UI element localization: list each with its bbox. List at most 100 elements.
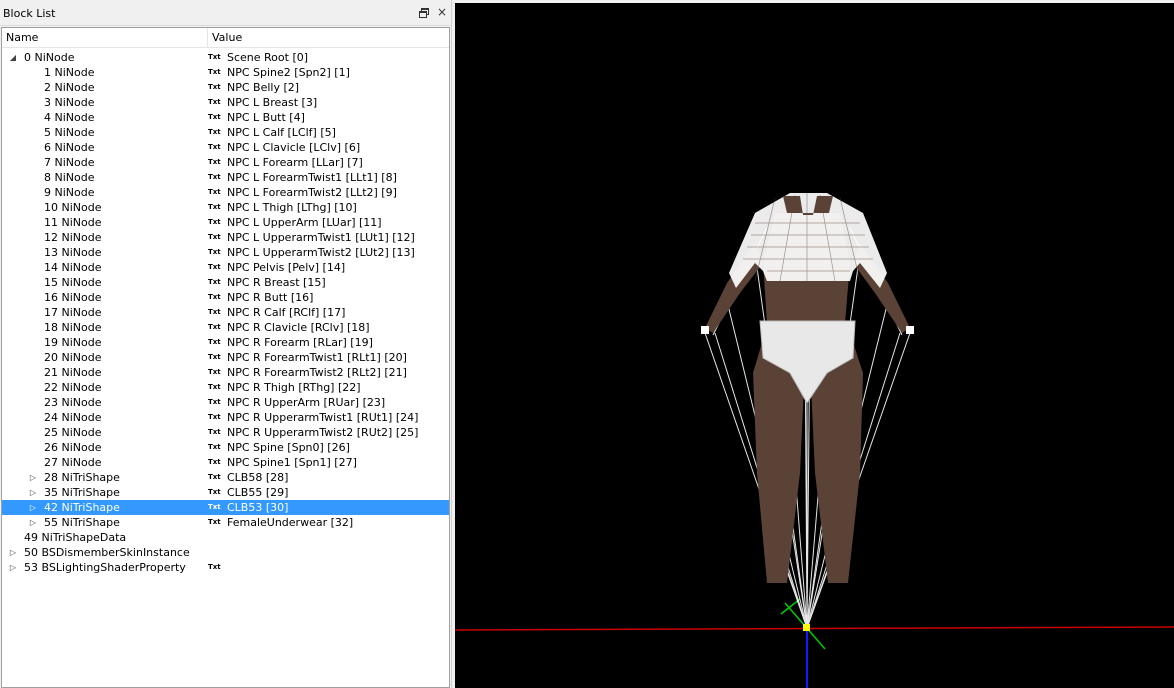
right-hand <box>906 326 914 334</box>
tree-row[interactable]: 6 NiNode Txt NPC L Clavicle [LClv] [6] <box>2 140 449 155</box>
row-name: 11 NiNode <box>44 216 102 229</box>
left-hand <box>701 326 709 334</box>
block-tree[interactable]: Name Value ◢ 0 NiNode Txt Scene Root [0] 1 N… <box>1 27 450 688</box>
row-name: 0 NiNode <box>24 51 75 64</box>
txt-badge-icon: Txt <box>208 203 221 211</box>
tree-row[interactable]: ▷ 53 BSLightingShaderProperty Txt <box>2 560 449 575</box>
tree-row[interactable]: 8 NiNode Txt NPC L ForearmTwist1 [LLt1] [8… <box>2 170 449 185</box>
tree-row[interactable]: 24 NiNode Txt NPC R UpperarmTwist1 [RUt1] … <box>2 410 449 425</box>
tree-row[interactable]: 18 NiNode Txt NPC R Clavicle [RClv] [18] <box>2 320 449 335</box>
row-value: NPC L Clavicle [LClv] [6] <box>227 141 361 154</box>
expand-arrow-icon[interactable]: ◢ <box>8 50 18 65</box>
row-name: 3 NiNode <box>44 96 95 109</box>
row-name: 13 NiNode <box>44 246 102 259</box>
txt-badge-icon: Txt <box>208 158 221 166</box>
tree-row[interactable]: 13 NiNode Txt NPC L UpperarmTwist2 [LUt2] … <box>2 245 449 260</box>
row-name: 35 NiTriShape <box>44 486 120 499</box>
row-name: 23 NiNode <box>44 396 102 409</box>
row-value: NPC L Butt [4] <box>227 111 305 124</box>
row-value: NPC R UpperarmTwist2 [RUt2] [25] <box>227 426 419 439</box>
tree-row[interactable]: 3 NiNode Txt NPC L Breast [3] <box>2 95 449 110</box>
row-value: NPC R ForearmTwist2 [RLt2] [21] <box>227 366 407 379</box>
block-list-panel: Block List × Name Value ◢ 0 NiNode Txt Scen… <box>0 0 451 688</box>
column-header-value[interactable]: Value <box>208 28 449 47</box>
tree-row[interactable]: ▷ 42 NiTriShape Txt CLB53 [30] <box>2 500 449 515</box>
collapse-arrow-icon[interactable]: ▷ <box>8 545 18 560</box>
panel-title-bar[interactable]: Block List × <box>0 0 451 26</box>
panel-title: Block List <box>3 7 56 20</box>
collapse-arrow-icon[interactable]: ▷ <box>28 485 38 500</box>
txt-badge-icon: Txt <box>208 128 221 136</box>
tree-row[interactable]: 10 NiNode Txt NPC L Thigh [LThg] [10] <box>2 200 449 215</box>
row-value: NPC R UpperArm [RUar] [23] <box>227 396 386 409</box>
txt-badge-icon: Txt <box>208 488 221 496</box>
row-name: 14 NiNode <box>44 261 102 274</box>
row-value: FemaleUnderwear [32] <box>227 516 354 529</box>
tree-row[interactable]: 19 NiNode Txt NPC R Forearm [RLar] [19] <box>2 335 449 350</box>
tree-row[interactable]: 16 NiNode Txt NPC R Butt [16] <box>2 290 449 305</box>
tree-row[interactable]: ▷ 35 NiTriShape Txt CLB55 [29] <box>2 485 449 500</box>
tree-row[interactable]: 21 NiNode Txt NPC R ForearmTwist2 [RLt2] [… <box>2 365 449 380</box>
collapse-arrow-icon[interactable]: ▷ <box>8 560 18 575</box>
restore-window-icon[interactable] <box>418 7 430 19</box>
row-name: 49 NiTriShapeData <box>24 531 127 544</box>
tree-row[interactable]: 2 NiNode Txt NPC Belly [2] <box>2 80 449 95</box>
txt-badge-icon: Txt <box>208 278 221 286</box>
tree-row[interactable]: 1 NiNode Txt NPC Spine2 [Spn2] [1] <box>2 65 449 80</box>
tree-row[interactable]: 5 NiNode Txt NPC L Calf [LClf] [5] <box>2 125 449 140</box>
row-name: 26 NiNode <box>44 441 102 454</box>
row-value: NPC R Forearm [RLar] [19] <box>227 336 373 349</box>
tree-row[interactable]: 12 NiNode Txt NPC L UpperarmTwist1 [LUt1] … <box>2 230 449 245</box>
tree-row[interactable]: ▷ 50 BSDismemberSkinInstance <box>2 545 449 560</box>
row-value: NPC L ForearmTwist1 [LLt1] [8] <box>227 171 397 184</box>
row-name: 20 NiNode <box>44 351 102 364</box>
tree-row[interactable]: 7 NiNode Txt NPC L Forearm [LLar] [7] <box>2 155 449 170</box>
row-name: 8 NiNode <box>44 171 95 184</box>
tree-row[interactable]: ◢ 0 NiNode Txt Scene Root [0] <box>2 50 449 65</box>
viewport-scene <box>455 193 1174 688</box>
collapse-arrow-icon[interactable]: ▷ <box>28 470 38 485</box>
row-value: NPC L UpperarmTwist2 [LUt2] [13] <box>227 246 415 259</box>
txt-badge-icon: Txt <box>208 68 221 76</box>
close-icon[interactable]: × <box>436 6 448 18</box>
column-header-name[interactable]: Name <box>2 28 208 47</box>
tree-row[interactable]: 27 NiNode Txt NPC Spine1 [Spn1] [27] <box>2 455 449 470</box>
row-value: NPC Spine1 [Spn1] [27] <box>227 456 357 469</box>
txt-badge-icon: Txt <box>208 143 221 151</box>
txt-badge-icon: Txt <box>208 503 221 511</box>
tree-row[interactable]: 20 NiNode Txt NPC R ForearmTwist1 [RLt1] [… <box>2 350 449 365</box>
tree-row[interactable]: 49 NiTriShapeData <box>2 530 449 545</box>
collapse-arrow-icon[interactable]: ▷ <box>28 500 38 515</box>
tree-row[interactable]: ▷ 28 NiTriShape Txt CLB58 [28] <box>2 470 449 485</box>
tree-row[interactable]: 14 NiNode Txt NPC Pelvis [Pelv] [14] <box>2 260 449 275</box>
render-viewport[interactable] <box>455 3 1174 688</box>
tree-header: Name Value <box>2 28 449 48</box>
txt-badge-icon: Txt <box>208 263 221 271</box>
row-name: 12 NiNode <box>44 231 102 244</box>
row-value: NPC Belly [2] <box>227 81 300 94</box>
row-name: 21 NiNode <box>44 366 102 379</box>
tree-row[interactable]: 4 NiNode Txt NPC L Butt [4] <box>2 110 449 125</box>
row-value: NPC L Forearm [LLar] [7] <box>227 156 363 169</box>
row-value: NPC R Breast [15] <box>227 276 326 289</box>
row-name: 27 NiNode <box>44 456 102 469</box>
collapse-arrow-icon[interactable]: ▷ <box>28 515 38 530</box>
row-name: 50 BSDismemberSkinInstance <box>24 546 190 559</box>
tree-row[interactable]: 22 NiNode Txt NPC R Thigh [RThg] [22] <box>2 380 449 395</box>
tree-row[interactable]: 9 NiNode Txt NPC L ForearmTwist2 [LLt2] [9… <box>2 185 449 200</box>
row-name: 25 NiNode <box>44 426 102 439</box>
txt-badge-icon: Txt <box>208 353 221 361</box>
origin-marker <box>803 624 810 631</box>
tree-row[interactable]: 26 NiNode Txt NPC Spine [Spn0] [26] <box>2 440 449 455</box>
txt-badge-icon: Txt <box>208 248 221 256</box>
row-name: 18 NiNode <box>44 321 102 334</box>
tree-row[interactable]: ▷ 55 NiTriShape Txt FemaleUnderwear [32] <box>2 515 449 530</box>
row-value: NPC L Breast [3] <box>227 96 318 109</box>
tree-row[interactable]: 23 NiNode Txt NPC R UpperArm [RUar] [23] <box>2 395 449 410</box>
row-name: 7 NiNode <box>44 156 95 169</box>
txt-badge-icon: Txt <box>208 428 221 436</box>
tree-row[interactable]: 25 NiNode Txt NPC R UpperarmTwist2 [RUt2] … <box>2 425 449 440</box>
tree-row[interactable]: 11 NiNode Txt NPC L UpperArm [LUar] [11] <box>2 215 449 230</box>
tree-row[interactable]: 17 NiNode Txt NPC R Calf [RClf] [17] <box>2 305 449 320</box>
tree-row[interactable]: 15 NiNode Txt NPC R Breast [15] <box>2 275 449 290</box>
